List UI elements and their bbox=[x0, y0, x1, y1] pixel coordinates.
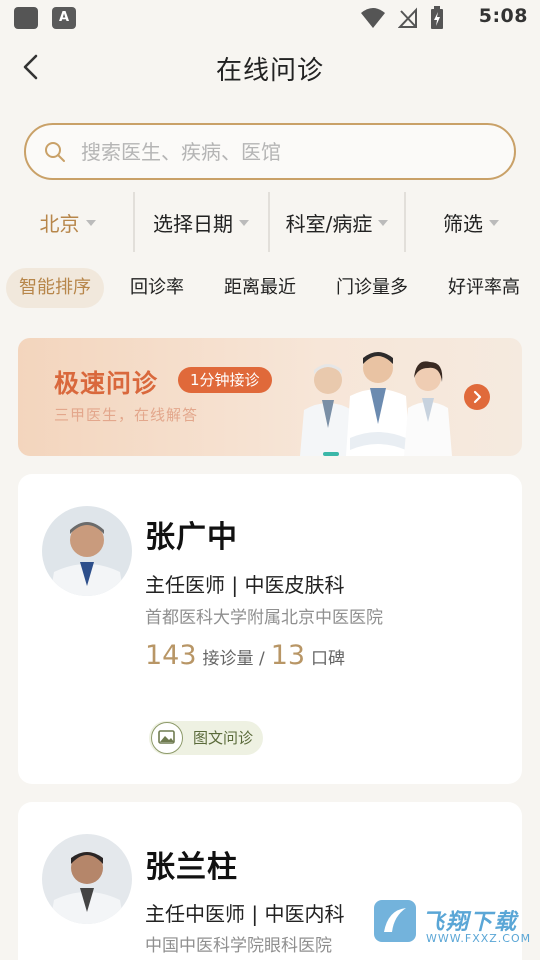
app-badge-icon: A bbox=[52, 7, 76, 29]
doctor-name: 张兰柱 bbox=[145, 850, 238, 885]
watermark-url: WWW.FXXZ.COM bbox=[426, 932, 532, 945]
quick-consult-banner[interactable]: 极速问诊 1分钟接诊 三甲医生，在线解答 bbox=[18, 338, 522, 456]
doctor-title: 主任中医师 | 中医内科 bbox=[145, 902, 345, 926]
wifi-icon bbox=[361, 8, 385, 28]
consultation-count: 143 bbox=[145, 640, 197, 671]
sort-smart[interactable]: 智能排序 bbox=[6, 268, 104, 308]
filter-department-label: 科室/病症 bbox=[285, 211, 373, 236]
sort-most-visits[interactable]: 门诊量多 bbox=[326, 268, 418, 308]
sort-bar: 智能排序 回诊率 距离最近 门诊量多 好评率高 bbox=[0, 268, 540, 308]
caret-down-icon bbox=[239, 220, 249, 226]
avatar-photo bbox=[42, 506, 132, 596]
doctor-name: 张广中 bbox=[145, 520, 238, 555]
divider bbox=[133, 192, 135, 252]
caret-down-icon bbox=[85, 220, 96, 226]
filter-city-label: 北京 bbox=[39, 211, 80, 236]
caret-down-icon bbox=[378, 220, 389, 226]
clock: 5:08 bbox=[478, 5, 528, 27]
filter-date[interactable]: 选择日期 bbox=[140, 192, 262, 252]
sort-return-rate[interactable]: 回诊率 bbox=[118, 268, 196, 308]
doctors-illustration bbox=[300, 352, 452, 456]
filter-more-label: 筛选 bbox=[443, 211, 483, 236]
filter-date-label: 选择日期 bbox=[153, 211, 233, 236]
banner-go-button[interactable] bbox=[464, 384, 490, 410]
banner-badge: 1分钟接诊 bbox=[178, 367, 272, 393]
no-signal-icon bbox=[398, 7, 417, 28]
doctor-avatar bbox=[42, 834, 132, 924]
doctor-title: 主任医师 | 中医皮肤科 bbox=[145, 573, 345, 597]
reputation-count: 13 bbox=[270, 640, 306, 671]
app-notification-icon bbox=[14, 7, 38, 29]
search-bar[interactable] bbox=[24, 123, 516, 180]
page-title: 在线问诊 bbox=[215, 56, 324, 86]
search-icon bbox=[45, 142, 65, 162]
banner-title: 极速问诊 bbox=[54, 369, 159, 398]
doctor-card[interactable]: 张广中 主任医师 | 中医皮肤科 首都医科大学附属北京中医医院 143 接诊量 … bbox=[18, 474, 522, 784]
status-bar: A 5:08 bbox=[0, 0, 540, 36]
image-icon bbox=[151, 722, 183, 754]
watermark: 飞翔下载 WWW.FXXZ.COM bbox=[372, 898, 532, 952]
image-text-consult-tag[interactable]: 图文问诊 bbox=[149, 721, 264, 755]
tag-label: 图文问诊 bbox=[193, 729, 254, 747]
battery-charging-icon bbox=[431, 6, 443, 29]
doctor-avatar bbox=[42, 506, 132, 596]
divider bbox=[268, 192, 270, 252]
avatar-photo bbox=[42, 834, 132, 924]
filter-bar: 北京 选择日期 科室/病症 筛选 bbox=[0, 192, 540, 252]
doctor-hospital: 首都医科大学附属北京中医医院 bbox=[145, 608, 383, 628]
doctor-stats: 143 接诊量 / 13 口碑 bbox=[145, 640, 345, 671]
chevron-right-icon bbox=[473, 390, 482, 404]
watermark-logo bbox=[374, 900, 416, 942]
caret-down-icon bbox=[489, 220, 499, 226]
reputation-label: 口碑 bbox=[311, 649, 346, 669]
filter-city[interactable]: 北京 bbox=[10, 192, 125, 252]
search-input[interactable] bbox=[81, 125, 501, 178]
carousel-indicator bbox=[323, 452, 339, 456]
sort-nearest[interactable]: 距离最近 bbox=[214, 268, 306, 308]
filter-more[interactable]: 筛选 bbox=[412, 192, 530, 252]
banner-subtitle: 三甲医生，在线解答 bbox=[54, 406, 199, 424]
app-header: 在线问诊 bbox=[0, 38, 540, 94]
consultation-label: 接诊量 / bbox=[202, 649, 265, 669]
doctor-hospital: 中国中医科学院眼科医院 bbox=[145, 936, 332, 956]
divider bbox=[404, 192, 406, 252]
sort-best-rated[interactable]: 好评率高 bbox=[438, 268, 530, 308]
filter-department[interactable]: 科室/病症 bbox=[273, 192, 401, 252]
